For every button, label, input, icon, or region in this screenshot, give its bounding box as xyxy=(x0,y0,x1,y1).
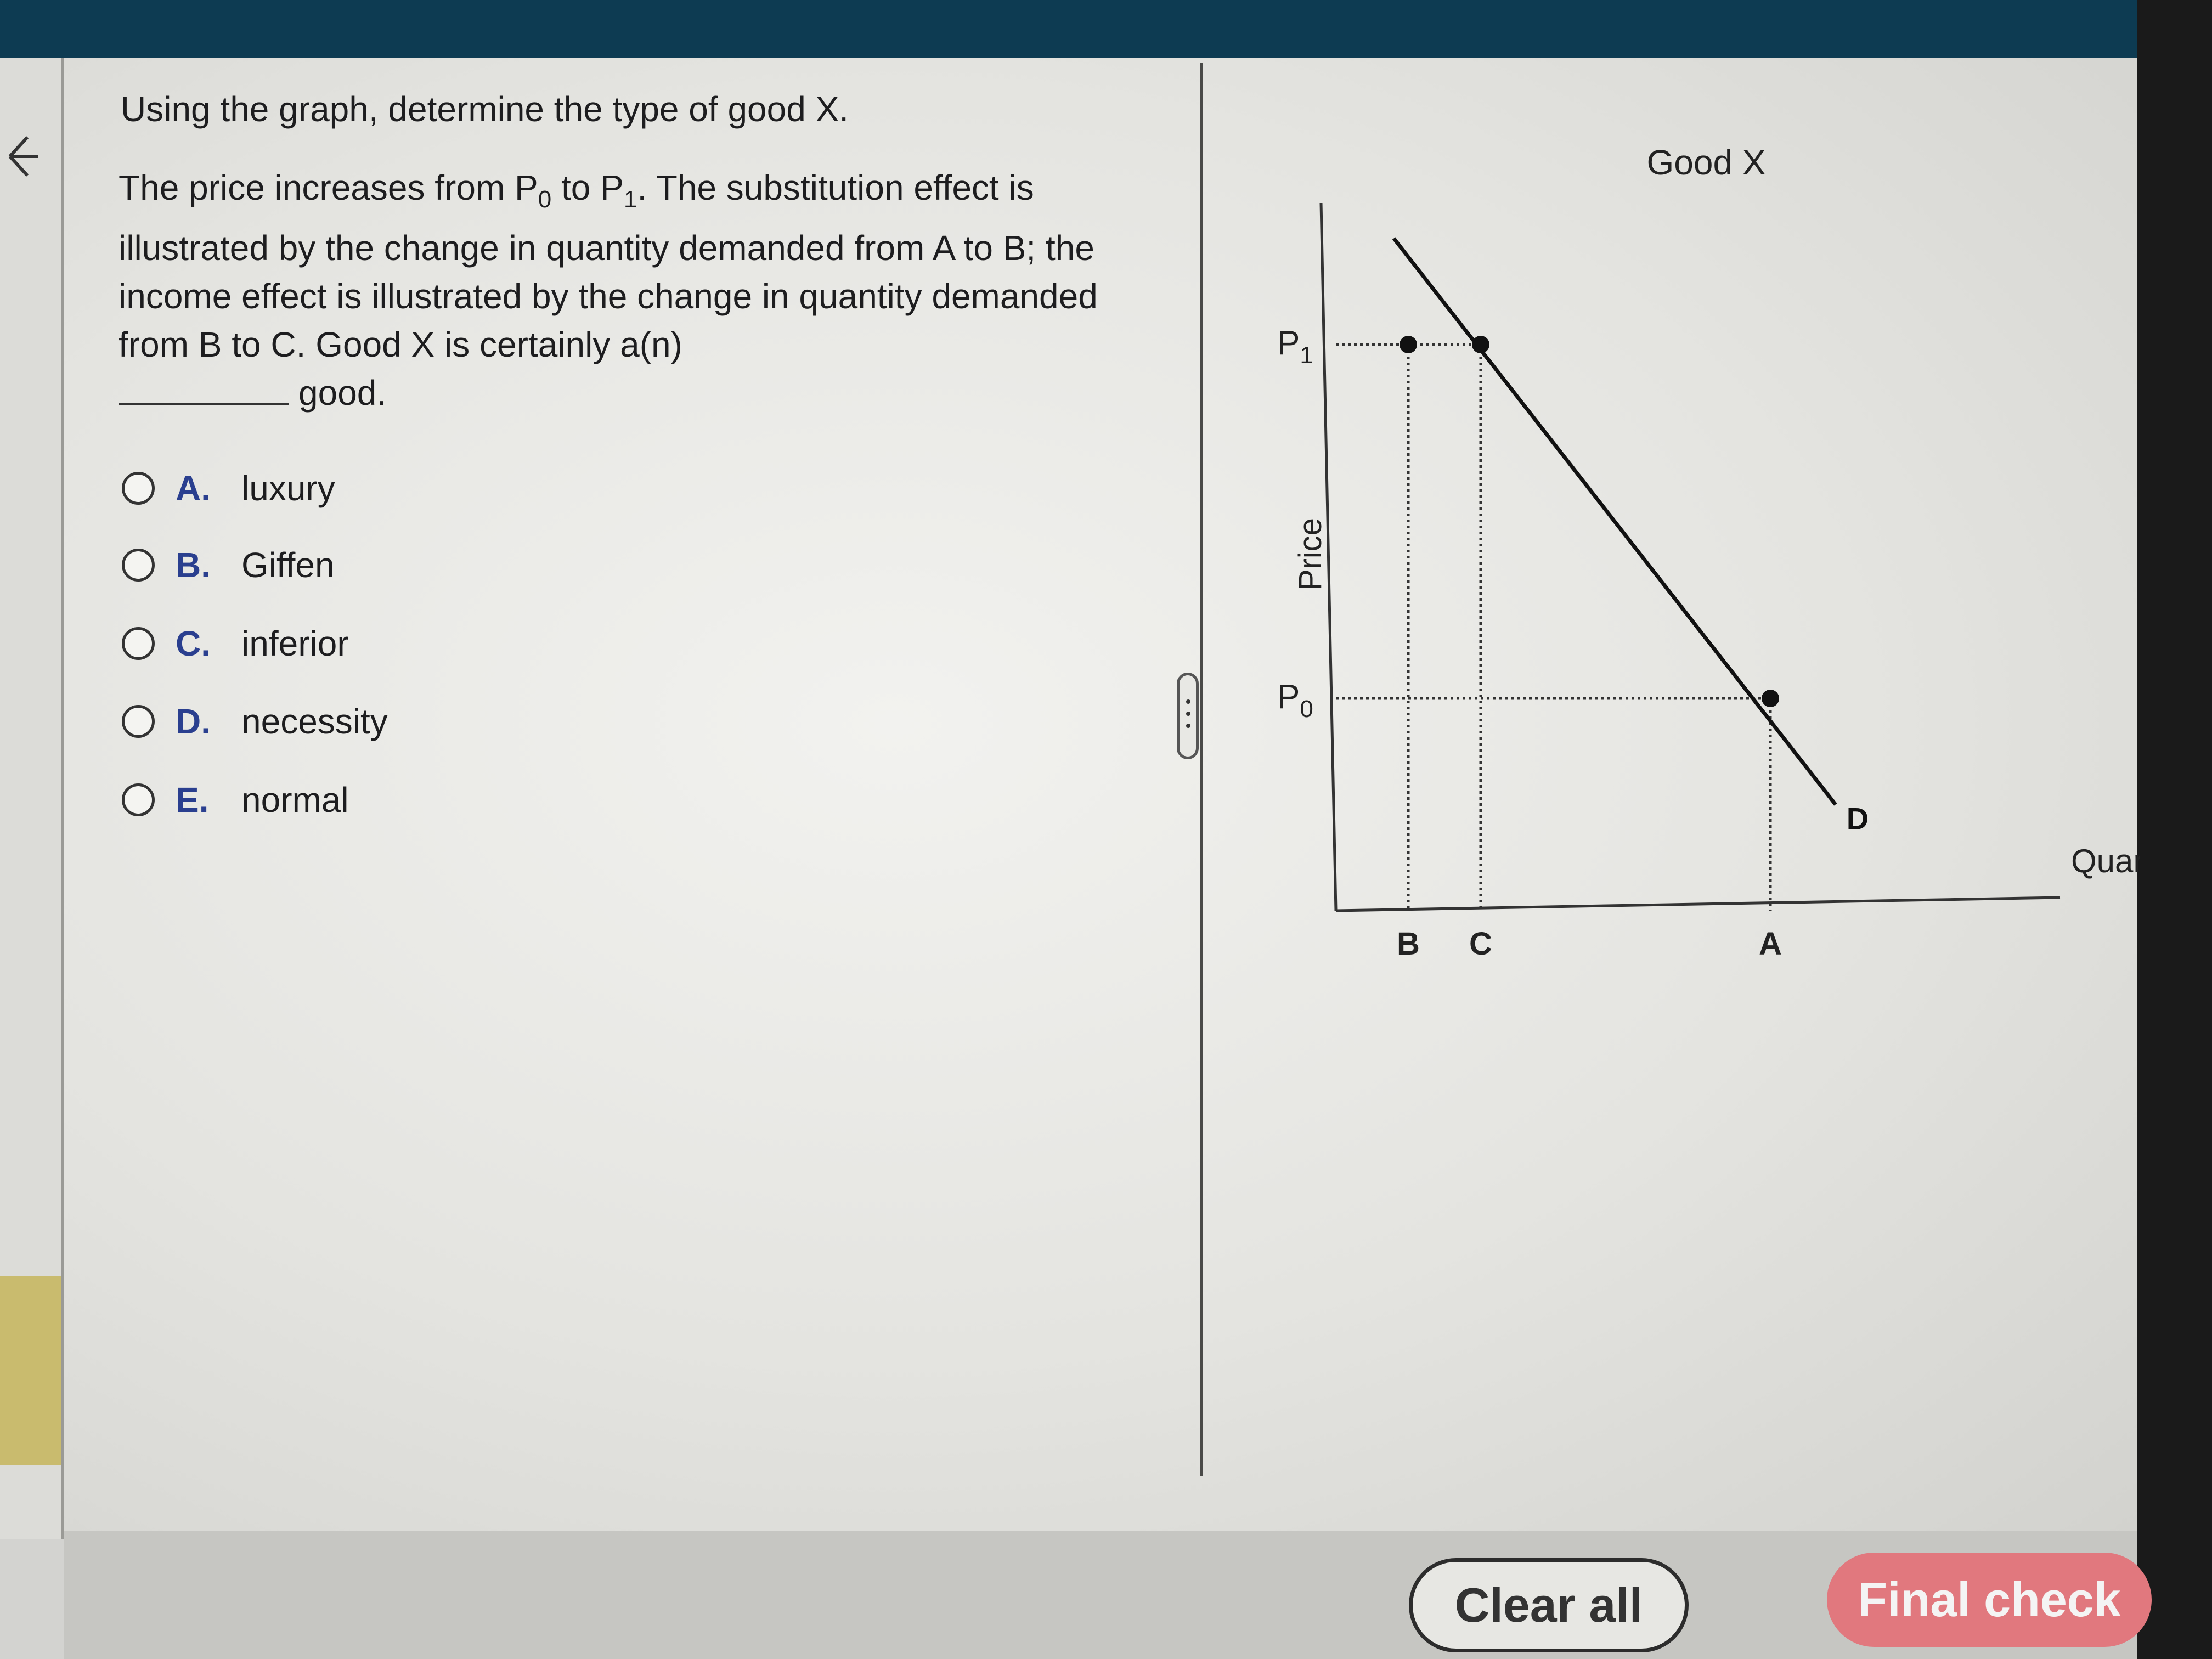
radio-button[interactable] xyxy=(122,705,155,738)
screen-bezel xyxy=(2137,0,2212,1659)
question-body: The price increases from P0 to P1. The s… xyxy=(119,168,1098,413)
x-axis-label: Quar xyxy=(2071,843,2140,879)
data-point xyxy=(1400,336,1417,353)
data-point xyxy=(1762,690,1779,707)
chart-title: Good X xyxy=(1646,143,1765,182)
radio-button[interactable] xyxy=(122,783,155,816)
option-c[interactable]: C. inferior xyxy=(122,622,349,665)
y-axis-label: Price xyxy=(1293,518,1328,590)
left-highlight xyxy=(0,1276,61,1465)
pane-divider xyxy=(1200,63,1203,1476)
clear-all-button[interactable]: Clear all xyxy=(1409,1558,1689,1652)
radio-button[interactable] xyxy=(122,549,155,582)
question-title: Using the graph, determine the type of g… xyxy=(121,89,849,129)
demand-curve xyxy=(1392,237,1837,806)
x-tick-label: B xyxy=(1397,926,1420,962)
footer-bar xyxy=(64,1531,2137,1659)
data-point xyxy=(1472,336,1489,353)
top-bar xyxy=(0,0,2212,58)
arrow-left-icon[interactable] xyxy=(5,126,44,187)
x-axis xyxy=(1335,896,2061,912)
final-check-button[interactable]: Final check xyxy=(1827,1553,2152,1647)
answer-blank xyxy=(119,402,289,405)
radio-button[interactable] xyxy=(122,472,155,505)
option-b[interactable]: B. Giffen xyxy=(122,543,335,587)
option-a[interactable]: A. luxury xyxy=(122,466,335,510)
x-tick-label: A xyxy=(1759,926,1782,962)
option-d[interactable]: D. necessity xyxy=(122,699,388,743)
y-tick-label: P0 xyxy=(1277,678,1313,723)
x-tick-label: C xyxy=(1469,926,1492,962)
y-tick-label: P1 xyxy=(1277,324,1313,369)
series-label: D xyxy=(1847,802,1869,836)
radio-button[interactable] xyxy=(122,627,155,660)
option-e[interactable]: E. normal xyxy=(122,778,349,822)
drag-handle-icon[interactable] xyxy=(1177,673,1199,759)
demand-graph: Good X Price Quar D P1 P0 B C A xyxy=(1277,143,2140,962)
